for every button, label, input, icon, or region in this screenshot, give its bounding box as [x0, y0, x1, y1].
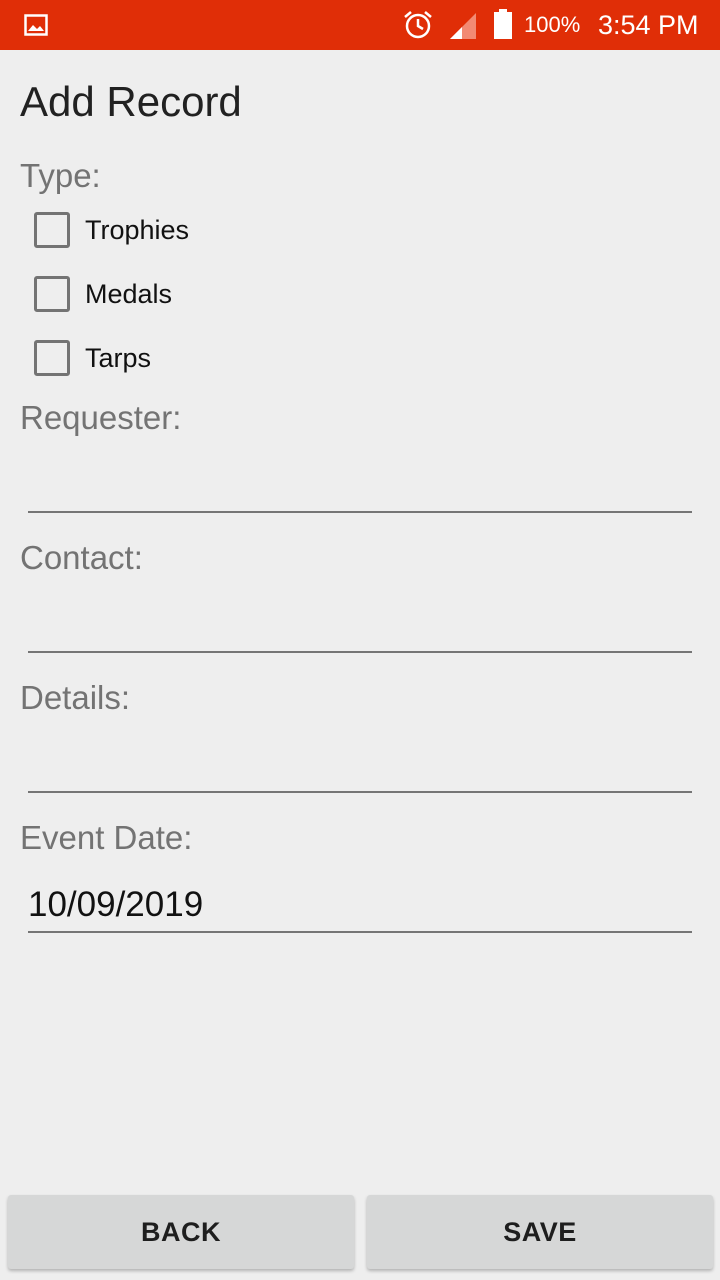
type-label: Type:: [20, 157, 101, 194]
status-bar: 100% 3:54 PM: [0, 0, 720, 50]
event-date-label: Event Date:: [20, 819, 193, 856]
checkbox-label: Trophies: [85, 215, 190, 245]
checkbox-box[interactable]: [34, 340, 70, 376]
contact-label: Contact:: [20, 539, 143, 576]
details-input[interactable]: [28, 723, 692, 793]
page-title: Add Record: [20, 78, 242, 125]
battery-icon: [494, 9, 512, 39]
requester-input[interactable]: [28, 443, 692, 513]
alarm-icon: [404, 11, 432, 39]
event-date-value: 10/09/2019: [28, 885, 204, 924]
checkbox-box[interactable]: [34, 212, 70, 248]
event-date-input[interactable]: 10/09/2019: [28, 863, 692, 933]
checkbox-tarps[interactable]: Tarps: [34, 339, 151, 377]
back-button[interactable]: BACK: [8, 1195, 354, 1269]
image-icon: [24, 14, 48, 36]
status-clock: 3:54 PM: [598, 10, 699, 40]
checkbox-box[interactable]: [34, 276, 70, 312]
checkbox-medals[interactable]: Medals: [34, 275, 172, 313]
signal-icon: [450, 13, 476, 39]
save-button[interactable]: SAVE: [367, 1195, 713, 1269]
checkbox-trophies[interactable]: Trophies: [34, 211, 189, 249]
battery-percent: 100%: [524, 12, 581, 37]
checkbox-label: Tarps: [85, 343, 152, 373]
checkbox-label: Medals: [85, 279, 173, 309]
details-label: Details:: [20, 679, 131, 716]
requester-label: Requester:: [20, 399, 182, 436]
contact-input[interactable]: [28, 583, 692, 653]
